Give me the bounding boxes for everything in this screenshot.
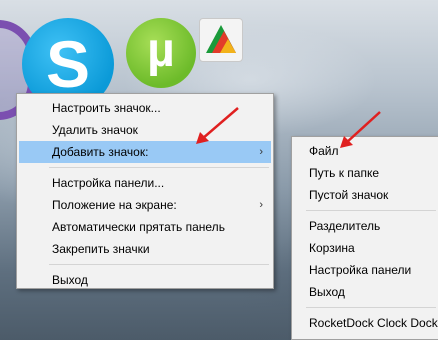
context-menu: Настроить значок... Удалить значок Добав… <box>16 93 274 289</box>
faststone-logo-icon <box>206 25 236 53</box>
submenu-item-label: Настройка панели <box>309 263 412 277</box>
menu-item-label: Добавить значок: <box>52 145 149 159</box>
submenu-item-label: Файл <box>309 144 339 158</box>
menu-item-label: Автоматически прятать панель <box>52 220 225 234</box>
submenu-item-exit[interactable]: Выход <box>294 281 438 303</box>
menu-item-label: Положение на экране: <box>52 198 177 212</box>
submenu-item-recycle-bin[interactable]: Корзина <box>294 237 438 259</box>
submenu-separator <box>306 210 436 211</box>
submenu-item-separator[interactable]: Разделитель <box>294 215 438 237</box>
menu-item-label: Закрепить значки <box>52 242 150 256</box>
menu-item-label: Настроить значок... <box>52 101 161 115</box>
menu-item-exit[interactable]: Выход <box>19 269 271 291</box>
submenu-item-label: Путь к папке <box>309 166 380 180</box>
menu-item-autohide[interactable]: Автоматически прятать панель <box>19 216 271 238</box>
menu-item-screen-position[interactable]: Положение на экране: › <box>19 194 271 216</box>
menu-item-label: Настройка панели... <box>52 176 165 190</box>
menu-separator <box>49 167 269 168</box>
submenu-item-label: RocketDock Clock Docklet <box>309 316 438 330</box>
menu-separator <box>49 264 269 265</box>
menu-item-add-icon[interactable]: Добавить значок: › <box>19 141 271 163</box>
submenu-item-dock-settings[interactable]: Настройка панели <box>294 259 438 281</box>
submenu-item-clock-docklet[interactable]: RocketDock Clock Docklet <box>294 312 438 334</box>
menu-item-dock-settings[interactable]: Настройка панели... <box>19 172 271 194</box>
menu-item-configure-icon[interactable]: Настроить значок... <box>19 97 271 119</box>
submenu-item-label: Корзина <box>309 241 355 255</box>
submenu-item-blank-icon[interactable]: Пустой значок <box>294 184 438 206</box>
menu-item-delete-icon[interactable]: Удалить значок <box>19 119 271 141</box>
submenu-item-label: Разделитель <box>309 219 381 233</box>
submenu-item-folder-path[interactable]: Путь к папке <box>294 162 438 184</box>
submenu-separator <box>306 307 436 308</box>
desktop-background: S µ Настроить значок... Удалить значок Д… <box>0 0 438 340</box>
add-icon-submenu: Файл Путь к папке Пустой значок Разделит… <box>291 136 438 340</box>
utorrent-letter: µ <box>147 24 175 77</box>
menu-item-label: Выход <box>52 273 88 287</box>
menu-item-label: Удалить значок <box>52 123 138 137</box>
submenu-arrow-icon: › <box>259 146 263 158</box>
submenu-item-label: Пустой значок <box>309 188 389 202</box>
faststone-icon[interactable] <box>199 18 243 62</box>
submenu-arrow-icon: › <box>259 199 263 211</box>
submenu-item-label: Выход <box>309 285 345 299</box>
utorrent-icon[interactable]: µ <box>126 18 196 88</box>
submenu-item-file[interactable]: Файл <box>294 140 438 162</box>
menu-item-lock-icons[interactable]: Закрепить значки <box>19 238 271 260</box>
